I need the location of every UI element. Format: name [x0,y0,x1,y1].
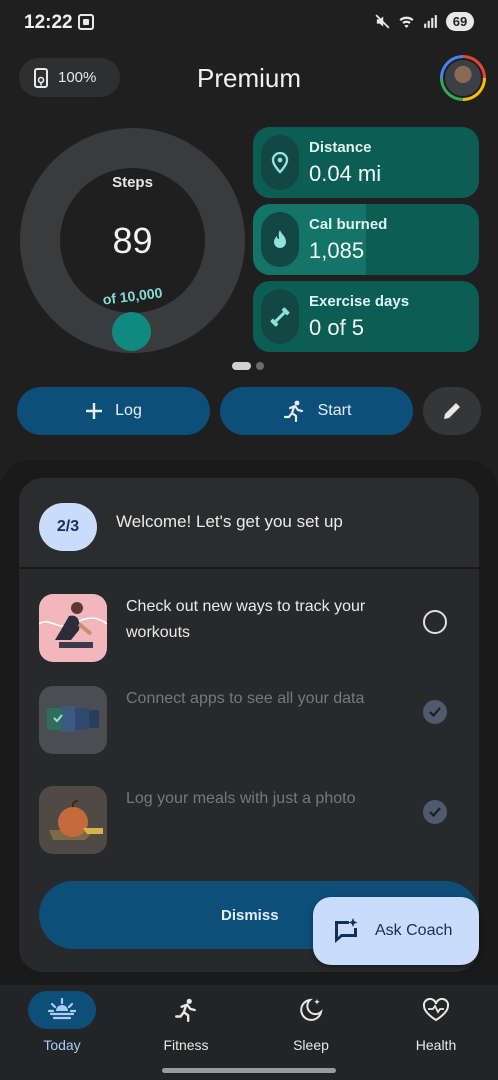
chat-sparkle-icon [335,918,358,943]
flame-icon [274,229,286,248]
calories-label: Cal burned [309,216,388,233]
nav-sleep[interactable]: Sleep [249,991,373,1057]
task-track-workouts[interactable]: Check out new ways to track your workout… [19,578,479,668]
dismiss-label: Dismiss [221,906,279,924]
task-check-done[interactable] [423,800,447,824]
nav-fitness[interactable]: Fitness [124,991,248,1057]
nav-label: Sleep [293,1037,329,1053]
connect-apps-illustration [39,686,107,754]
task-checkbox[interactable] [423,610,447,634]
meal-illustration [39,786,107,854]
sunrise-icon [48,998,76,1020]
log-label: Log [115,402,142,419]
edit-button[interactable] [423,387,481,435]
workout-illustration [39,594,107,662]
steps-value: 89 [112,220,153,261]
avatar[interactable] [440,55,486,101]
setup-title: Welcome! Let's get you set up [116,512,343,531]
location-pin-icon [271,151,289,174]
nav-label: Fitness [163,1037,209,1053]
heart-pulse-icon [422,998,450,1022]
exercise-days-card[interactable]: Exercise days 0 of 5 [253,281,479,352]
carousel-dot[interactable] [256,362,264,370]
task-check-done[interactable] [423,700,447,724]
home-indicator[interactable] [162,1068,336,1073]
status-bar: 12:22 69 [0,0,498,46]
setup-header: 2/3 Welcome! Let's get you set up [19,478,479,569]
task-connect-apps[interactable]: Connect apps to see all your data [19,670,479,760]
screen-record-icon [78,14,94,30]
distance-card[interactable]: Distance 0.04 mi [253,127,479,198]
wifi-icon [399,16,414,28]
signal-icon [424,15,437,28]
carousel-dot-active[interactable] [232,362,251,370]
moon-stars-icon [300,998,323,1021]
pencil-icon [444,403,460,419]
distance-value: 0.04 mi [309,161,382,186]
steps-progress-marker [112,312,151,351]
running-person-icon [175,998,196,1022]
task-label: Connect apps to see all your data [126,690,365,707]
ask-coach-button[interactable]: Ask Coach [313,897,479,965]
mute-icon [375,14,390,29]
start-workout-button[interactable]: Start [220,387,413,435]
steps-label: Steps [112,174,153,191]
start-label: Start [317,402,352,419]
setup-progress-badge: 2/3 [39,503,97,551]
steps-ring[interactable]: Steps 89 of 10,000 [20,128,245,353]
distance-label: Distance [309,139,372,156]
task-label: Log your meals with just a photo [126,790,356,807]
check-icon [429,807,441,818]
nav-label: Health [415,1037,457,1053]
page-title: Premium [196,63,301,93]
nav-label: Today [43,1037,81,1053]
calories-value: 1,085 [309,238,365,263]
running-person-icon [283,400,303,422]
carousel-dots [232,362,264,370]
log-button[interactable]: Log [17,387,210,435]
dumbbell-icon [270,307,290,326]
ask-coach-label: Ask Coach [375,922,453,939]
exercise-days-label: Exercise days [309,293,410,310]
status-icons: 69 [374,12,474,31]
task-label: Check out new ways to track your workout… [126,598,366,641]
bottom-nav: Today Fitness Sleep Health [0,985,498,1080]
battery-level: 69 [446,12,474,31]
exercise-days-value: 0 of 5 [309,315,365,340]
plus-icon [86,403,103,419]
check-icon [429,707,441,718]
nav-today[interactable]: Today [0,991,124,1057]
nav-health[interactable]: Health [374,991,498,1057]
task-log-meals[interactable]: Log your meals with just a photo [19,770,479,860]
calories-card[interactable]: Cal burned 1,085 [253,204,479,275]
status-time: 12:22 [24,12,73,33]
